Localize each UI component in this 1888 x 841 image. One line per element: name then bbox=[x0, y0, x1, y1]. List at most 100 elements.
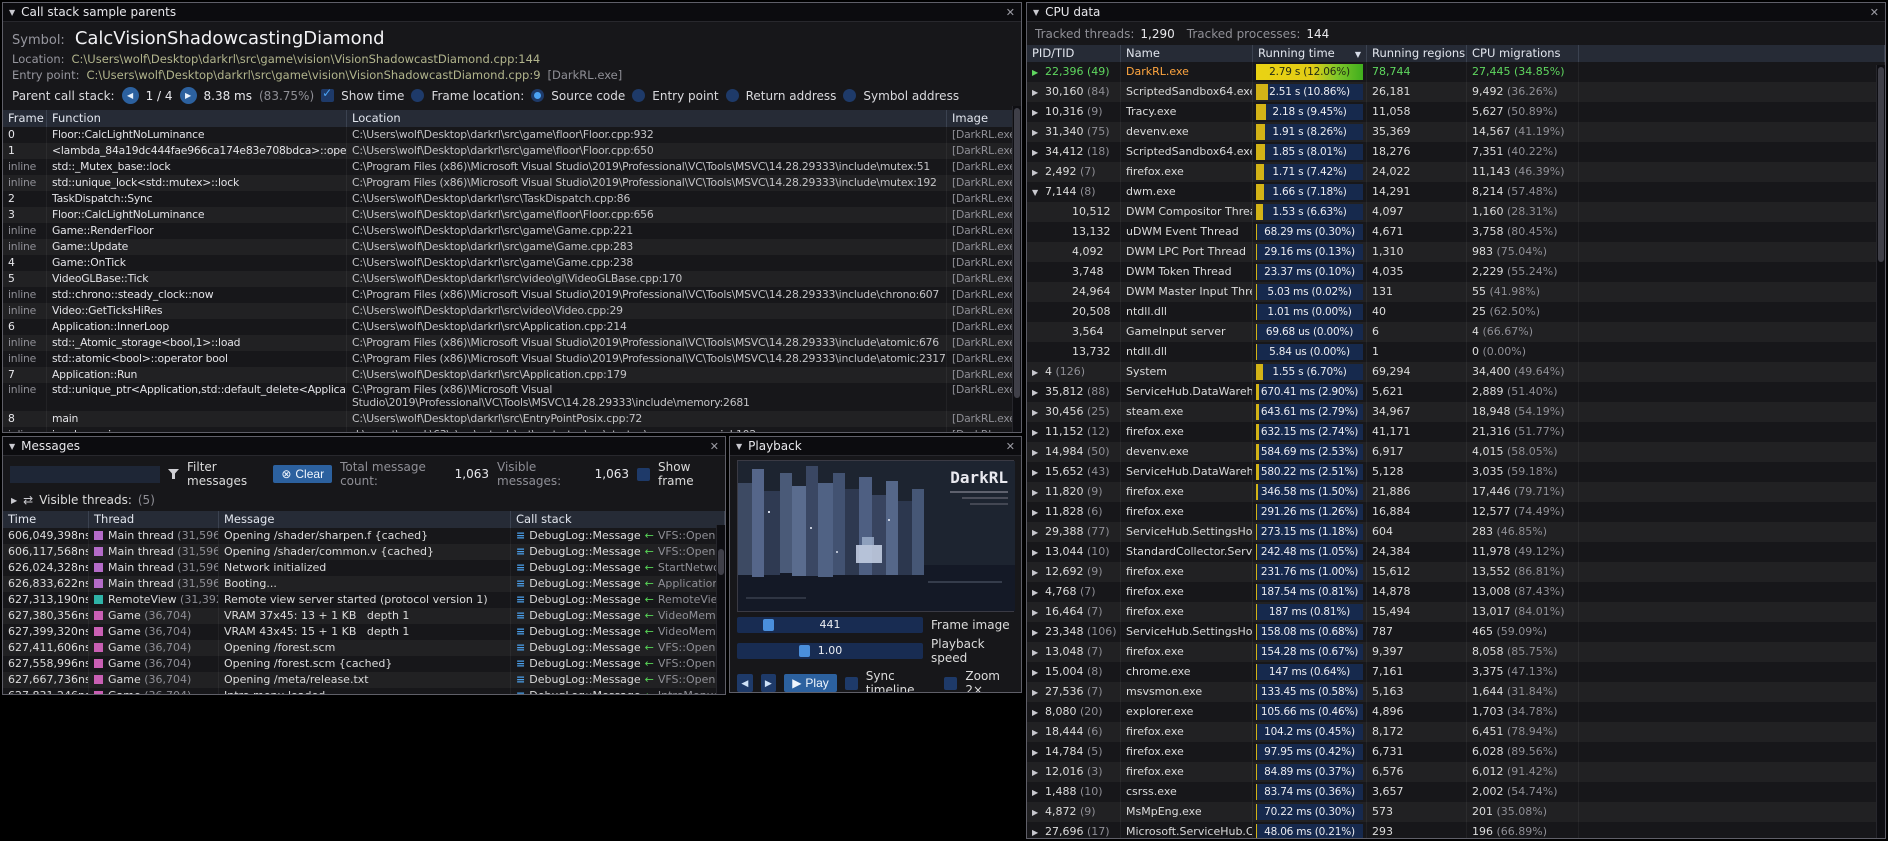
expand-icon[interactable]: ▶ bbox=[1032, 803, 1045, 822]
message-row[interactable]: 626,833,622nsMain thread (31,596)Booting… bbox=[3, 576, 725, 592]
expand-icon[interactable]: ▶ bbox=[1032, 123, 1045, 142]
expand-icon[interactable]: ▶ bbox=[1032, 63, 1045, 82]
collapse-icon[interactable]: ▼ bbox=[1032, 183, 1045, 202]
radio-return-address[interactable] bbox=[726, 89, 739, 102]
cpu-row[interactable]: ▶4,872 (9)MsMpEng.exe70.22 ms (0.30%)573… bbox=[1027, 802, 1885, 822]
expand-icon[interactable]: ▶ bbox=[1032, 703, 1045, 722]
message-row[interactable]: 627,831,246nsGame (36,704)Intro menu loa… bbox=[3, 688, 725, 694]
cpu-row[interactable]: 20,508ntdll.dll1.01 ms (0.00%)4025 (62.5… bbox=[1027, 302, 1885, 322]
callstack-row[interactable]: 1<lambda_84a19dc444fae966ca174e83e708bdc… bbox=[3, 143, 1021, 159]
step-forward-button[interactable]: ▶ bbox=[761, 674, 777, 692]
message-row[interactable]: 606,117,568nsMain thread (31,596)Opening… bbox=[3, 544, 725, 560]
message-row[interactable]: 627,380,356nsGame (36,704)VRAM 37x45: 13… bbox=[3, 608, 725, 624]
callstack-row[interactable]: inlineGame::UpdateC:\Users\wolf\Desktop\… bbox=[3, 239, 1021, 255]
callstack-row[interactable]: inlinestd::_Atomic_storage<bool,1>::load… bbox=[3, 335, 1021, 351]
cpu-scrollbar[interactable] bbox=[1876, 65, 1885, 838]
callstack-row[interactable]: inlinestd::unique_lock<std::mutex>::lock… bbox=[3, 175, 1021, 191]
callstack-row[interactable]: 4Game::OnTickC:\Users\wolf\Desktop\darkr… bbox=[3, 255, 1021, 271]
callstack-row[interactable]: inlineVideo::GetTicksHiResC:\Users\wolf\… bbox=[3, 303, 1021, 319]
cpu-row[interactable]: ▶18,444 (6)firefox.exe104.2 ms (0.45%)8,… bbox=[1027, 722, 1885, 742]
callstack-scroll-thumb[interactable] bbox=[1014, 108, 1020, 398]
expand-icon[interactable]: ▶ bbox=[1032, 823, 1045, 838]
cpu-row[interactable]: ▶14,784 (5)firefox.exe97.95 ms (0.42%)6,… bbox=[1027, 742, 1885, 762]
show-time-checkbox[interactable] bbox=[321, 89, 334, 102]
expand-icon[interactable]: ▶ bbox=[1032, 383, 1045, 402]
cpu-row[interactable]: ▶14,984 (50)devenv.exe584.69 ms (2.53%)6… bbox=[1027, 442, 1885, 462]
clear-button[interactable]: ⊗Clear bbox=[273, 465, 332, 483]
cpu-row[interactable]: ▶34,412 (18)ScriptedSandbox64.exe1.85 s … bbox=[1027, 142, 1885, 162]
cpu-row[interactable]: ▶15,652 (43)ServiceHub.DataWarehou580.22… bbox=[1027, 462, 1885, 482]
message-row[interactable]: 627,399,320nsGame (36,704)VRAM 43x45: 15… bbox=[3, 624, 725, 640]
cpu-row[interactable]: ▶2,492 (7)firefox.exe1.71 s (7.42%)24,02… bbox=[1027, 162, 1885, 182]
cpu-row[interactable]: ▶8,080 (20)explorer.exe105.66 ms (0.46%)… bbox=[1027, 702, 1885, 722]
cpu-row[interactable]: ▶4,768 (7)firefox.exe187.54 ms (0.81%)14… bbox=[1027, 582, 1885, 602]
expand-icon[interactable]: ▶ bbox=[1032, 423, 1045, 442]
callstack-row[interactable]: 3Floor::CalcLightNoLuminanceC:\Users\wol… bbox=[3, 207, 1021, 223]
playback-speed-slider[interactable]: 1.00 bbox=[737, 643, 923, 659]
expand-icon[interactable]: ▶ bbox=[1032, 723, 1045, 742]
cpu-row[interactable]: ▶13,048 (7)firefox.exe154.28 ms (0.67%)9… bbox=[1027, 642, 1885, 662]
expand-icon[interactable]: ▶ bbox=[1032, 743, 1045, 762]
cpu-scroll-thumb[interactable] bbox=[1878, 67, 1884, 262]
collapse-icon[interactable]: ▼ bbox=[1033, 8, 1039, 17]
cpu-row[interactable]: 4,092DWM LPC Port Thread29.16 ms (0.13%)… bbox=[1027, 242, 1885, 262]
expand-icon[interactable]: ▶ bbox=[1032, 783, 1045, 802]
frame-image-slider[interactable]: 441 bbox=[737, 617, 923, 633]
collapse-icon[interactable]: ▼ bbox=[736, 442, 742, 451]
callstack-row[interactable]: inlineinvoke_maind:\agent\_work\63\s\src… bbox=[3, 427, 1021, 432]
cpu-row[interactable]: ▶11,152 (12)firefox.exe632.15 ms (2.74%)… bbox=[1027, 422, 1885, 442]
expand-icon[interactable]: ▶ bbox=[11, 496, 17, 505]
cpu-row[interactable]: ▶27,536 (7)msvsmon.exe133.45 ms (0.58%)5… bbox=[1027, 682, 1885, 702]
col-running-time[interactable]: Running time▼ bbox=[1253, 45, 1367, 62]
cpu-row[interactable]: ▶22,396 (49)DarkRL.exe2.79 s (12.06%)78,… bbox=[1027, 62, 1885, 82]
callstack-row[interactable]: 6Application::InnerLoopC:\Users\wolf\Des… bbox=[3, 319, 1021, 335]
play-button[interactable]: ▶Play bbox=[784, 674, 837, 692]
collapse-icon[interactable]: ▼ bbox=[9, 442, 15, 451]
cpu-row[interactable]: ▶13,044 (10)StandardCollector.Servic242.… bbox=[1027, 542, 1885, 562]
callstack-row[interactable]: 5VideoGLBase::TickC:\Users\wolf\Desktop\… bbox=[3, 271, 1021, 287]
expand-icon[interactable]: ▶ bbox=[1032, 543, 1045, 562]
col-cpu-migrations[interactable]: CPU migrations bbox=[1467, 45, 1579, 62]
cpu-row[interactable]: ▶4 (126)System1.55 s (6.70%)69,29434,400… bbox=[1027, 362, 1885, 382]
expand-icon[interactable]: ▶ bbox=[1032, 603, 1045, 622]
message-row[interactable]: 626,024,328nsMain thread (31,596)Network… bbox=[3, 560, 725, 576]
callstack-row[interactable]: inlinestd::atomic<bool>::operator boolC:… bbox=[3, 351, 1021, 367]
cpu-row[interactable]: 24,964DWM Master Input Threa5.03 ms (0.0… bbox=[1027, 282, 1885, 302]
expand-icon[interactable]: ▶ bbox=[1032, 583, 1045, 602]
expand-icon[interactable]: ▶ bbox=[1032, 663, 1045, 682]
expand-icon[interactable]: ▶ bbox=[1032, 483, 1045, 502]
expand-icon[interactable]: ▶ bbox=[1032, 523, 1045, 542]
messages-scroll-thumb[interactable] bbox=[718, 549, 724, 575]
cpu-row[interactable]: ▶10,316 (9)Tracy.exe2.18 s (9.45%)11,058… bbox=[1027, 102, 1885, 122]
cpu-row[interactable]: ▶12,692 (9)firefox.exe231.76 ms (1.00%)1… bbox=[1027, 562, 1885, 582]
callstack-row[interactable]: inlinestd::_Mutex_base::lockC:\Program F… bbox=[3, 159, 1021, 175]
expand-icon[interactable]: ▶ bbox=[1032, 163, 1045, 182]
close-icon[interactable]: ✕ bbox=[710, 440, 719, 453]
message-row[interactable]: 606,049,398nsMain thread (31,596)Opening… bbox=[3, 528, 725, 544]
callstack-scrollbar[interactable] bbox=[1012, 106, 1021, 432]
expand-icon[interactable]: ▶ bbox=[1032, 763, 1045, 782]
expand-icon[interactable]: ▶ bbox=[1032, 403, 1045, 422]
cpu-row[interactable]: 13,732ntdll.dll5.84 us (0.00%)10 (0.00%) bbox=[1027, 342, 1885, 362]
expand-icon[interactable]: ▶ bbox=[1032, 363, 1045, 382]
cpu-row[interactable]: ▶11,820 (9)firefox.exe346.58 ms (1.50%)2… bbox=[1027, 482, 1885, 502]
cpu-row[interactable]: ▶12,016 (3)firefox.exe84.89 ms (0.37%)6,… bbox=[1027, 762, 1885, 782]
col-running-regions[interactable]: Running regions bbox=[1367, 45, 1467, 62]
cpu-row[interactable]: ▶23,348 (106)ServiceHub.SettingsHost158.… bbox=[1027, 622, 1885, 642]
prev-parent-button[interactable]: ◀ bbox=[122, 87, 139, 104]
filter-input[interactable] bbox=[10, 466, 160, 483]
close-icon[interactable]: ✕ bbox=[1006, 6, 1015, 19]
cpu-row[interactable]: ▶16,464 (7)firefox.exe187 ms (0.81%)15,4… bbox=[1027, 602, 1885, 622]
show-frame-checkbox[interactable] bbox=[637, 468, 650, 481]
callstack-row[interactable]: 8mainC:\Users\wolf\Desktop\darkrl\src\En… bbox=[3, 411, 1021, 427]
step-back-button[interactable]: ◀ bbox=[737, 674, 753, 692]
message-row[interactable]: 627,411,606nsGame (36,704)Opening /fores… bbox=[3, 640, 725, 656]
expand-icon[interactable]: ▶ bbox=[1032, 463, 1045, 482]
cpu-row[interactable]: ▶31,340 (75)devenv.exe1.91 s (8.26%)35,3… bbox=[1027, 122, 1885, 142]
message-row[interactable]: 627,313,190nsRemoteView (31,392)Remote v… bbox=[3, 592, 725, 608]
cpu-row[interactable]: ▶1,488 (10)csrss.exe83.74 ms (0.36%)3,65… bbox=[1027, 782, 1885, 802]
cpu-row[interactable]: ▶29,388 (77)ServiceHub.SettingsHost273.1… bbox=[1027, 522, 1885, 542]
zoom-2x-checkbox[interactable] bbox=[944, 677, 957, 690]
collapse-icon[interactable]: ▼ bbox=[9, 8, 15, 17]
radio-source-code[interactable] bbox=[531, 89, 544, 102]
